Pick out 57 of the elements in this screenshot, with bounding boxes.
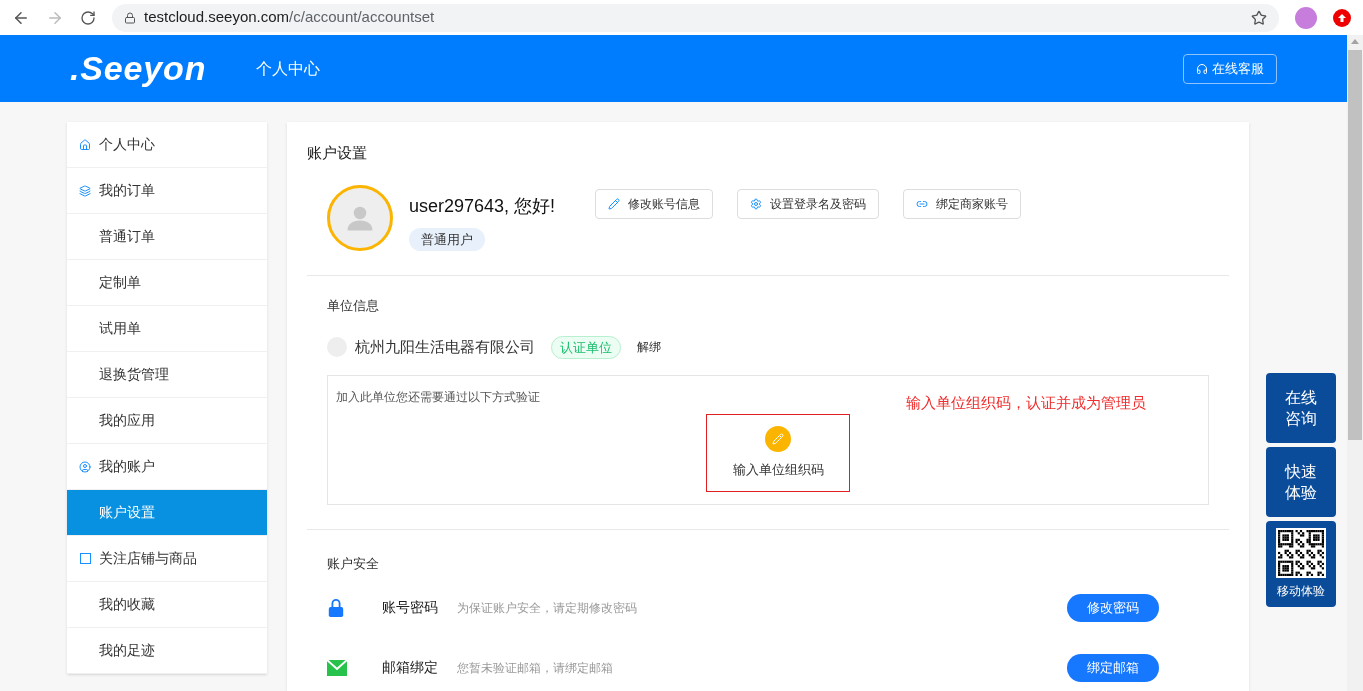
lock-icon	[327, 597, 345, 618]
profile-action-button[interactable]: 绑定商家账号	[903, 188, 1022, 219]
unbind-link[interactable]: 解绑	[637, 338, 661, 357]
scrollbar[interactable]	[1347, 35, 1363, 691]
profile-avatar-icon[interactable]	[1295, 6, 1317, 29]
envelope-icon	[327, 659, 347, 676]
qr-code-icon	[1276, 528, 1326, 578]
security-action-button[interactable]: 绑定邮箱	[1067, 653, 1159, 682]
profile-action-button[interactable]: 设置登录名及密码	[737, 188, 880, 219]
header-title: 个人中心	[256, 58, 321, 79]
sidebar-item[interactable]: 试用单	[67, 306, 267, 352]
page-title: 账户设置	[307, 143, 368, 163]
security-item-name: 邮箱绑定	[382, 658, 439, 677]
sidebar-icon	[79, 460, 91, 473]
sidebar-icon	[79, 553, 91, 564]
customer-service-button[interactable]: 在线客服	[1183, 53, 1277, 84]
sidebar-item[interactable]: 我的收藏	[67, 582, 267, 628]
pencil-icon	[765, 426, 791, 453]
sidebar-icon	[79, 138, 91, 151]
sidebar-item[interactable]: 个人中心	[67, 122, 267, 168]
verify-note: 加入此单位您还需要通过以下方式验证	[336, 389, 540, 406]
greeting: user297643, 您好!	[409, 194, 556, 218]
reload-icon[interactable]	[80, 9, 96, 26]
scroll-up-icon[interactable]	[1351, 39, 1359, 44]
security-item-description: 为保证账户安全，请定期修改密码	[457, 599, 637, 617]
company-name: 杭州九阳生活电器有限公司	[355, 337, 535, 357]
headset-icon	[1196, 62, 1208, 75]
security-action-button[interactable]: 修改密码	[1067, 593, 1159, 622]
action-icon	[750, 197, 763, 210]
sidebar-item[interactable]: 我的订单	[67, 168, 267, 214]
sidebar-item[interactable]: 定制单	[67, 260, 267, 306]
sidebar-item[interactable]: 我的应用	[67, 398, 267, 444]
mobile-experience-button[interactable]: 移动体验	[1266, 521, 1336, 607]
lock-icon	[124, 11, 136, 24]
float-button[interactable]: 快速体验	[1266, 447, 1336, 517]
scrollbar-thumb[interactable]	[1348, 50, 1362, 440]
upload-icon[interactable]	[1333, 8, 1351, 27]
security-item-description: 您暂未验证邮箱，请绑定邮箱	[457, 659, 613, 677]
float-button[interactable]: 在线咨询	[1266, 373, 1336, 443]
bookmark-star-icon[interactable]	[1251, 9, 1267, 26]
certified-badge: 认证单位	[551, 335, 621, 359]
url-text: testcloud.seeyon.com/c/account/accountset	[144, 7, 435, 28]
address-bar[interactable]: testcloud.seeyon.com/c/account/accountset	[112, 3, 1279, 32]
sidebar-item[interactable]: 退换货管理	[67, 352, 267, 398]
sidebar-item[interactable]: 我的足迹	[67, 628, 267, 674]
section-heading: 账户安全	[327, 555, 380, 573]
seeyon-logo[interactable]: .Seeyon	[70, 43, 207, 94]
sidebar-item[interactable]: 普通订单	[67, 214, 267, 260]
action-icon	[608, 197, 621, 210]
security-item-name: 账号密码	[382, 598, 439, 617]
section-heading: 单位信息	[327, 297, 380, 315]
profile-action-button[interactable]: 修改账号信息	[595, 188, 714, 219]
sidebar-item[interactable]: 关注店铺与商品	[67, 536, 267, 582]
sidebar-icon	[79, 184, 91, 197]
org-code-option[interactable]: 输入单位组织码	[706, 414, 850, 492]
hint-text: 输入单位组织码，认证并成为管理员	[906, 393, 1146, 413]
user-role-tag: 普通用户	[409, 227, 485, 251]
